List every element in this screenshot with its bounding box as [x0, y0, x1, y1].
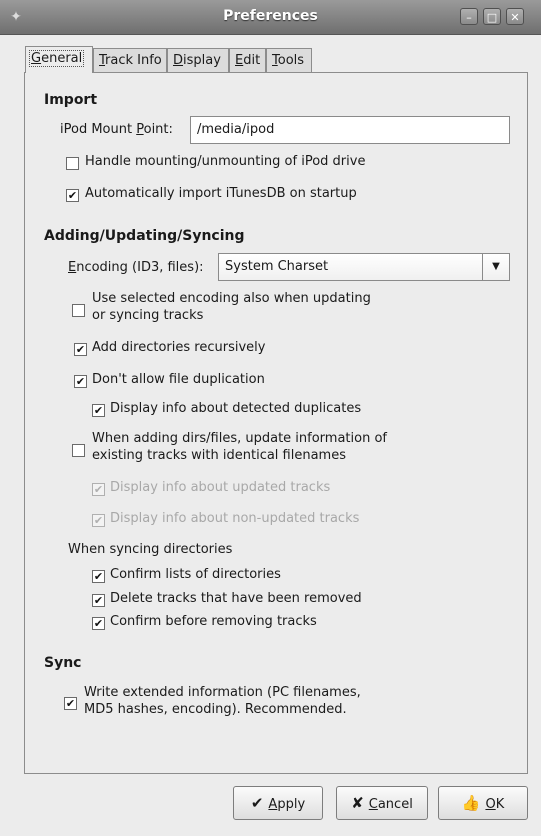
close-icon: ✕	[510, 11, 520, 24]
confirm-lists-label: Confirm lists of directories	[110, 567, 281, 582]
auto-import-checkbox[interactable]: ✔	[66, 189, 79, 202]
encoding-value: System Charset	[225, 259, 329, 274]
display-updated-label: Display info about updated tracks	[110, 480, 331, 495]
tab-general[interactable]: General	[25, 46, 93, 73]
maximize-icon: □	[486, 11, 498, 24]
confirm-lists-checkbox[interactable]: ✔	[92, 570, 105, 583]
no-duplication-checkbox[interactable]: ✔	[74, 375, 87, 388]
display-updated-checkbox[interactable]: ✔	[92, 483, 105, 496]
delete-removed-label: Delete tracks that have been removed	[110, 591, 362, 606]
display-duplicates-label: Display info about detected duplicates	[110, 401, 362, 416]
handle-mounting-checkbox[interactable]	[66, 157, 79, 170]
thumbs-up-icon: 👍	[461, 794, 481, 812]
minimize-icon: –	[466, 11, 472, 24]
adding-heading: Adding/Updating/Syncing	[44, 228, 245, 244]
tab-edit[interactable]: Edit	[229, 48, 266, 72]
display-non-updated-checkbox[interactable]: ✔	[92, 514, 105, 527]
auto-import-label: Automatically import iTunesDB on startup	[85, 186, 357, 201]
delete-removed-checkbox[interactable]: ✔	[92, 594, 105, 607]
tab-tools[interactable]: Tools	[266, 48, 312, 72]
apply-button[interactable]: ✔ Apply	[233, 786, 323, 820]
import-heading: Import	[44, 92, 98, 108]
add-recursive-checkbox[interactable]: ✔	[74, 343, 87, 356]
mount-point-label: iPod Mount Point:	[60, 122, 173, 137]
checkmark-icon: ✔	[250, 794, 264, 812]
write-extended-checkbox[interactable]: ✔	[64, 697, 77, 710]
update-existing-label: When adding dirs/files, update informati…	[92, 431, 387, 463]
maximize-button[interactable]: □	[483, 8, 501, 25]
general-panel	[24, 72, 528, 774]
encoding-select[interactable]: System Charset ▼	[218, 253, 510, 281]
update-existing-checkbox[interactable]	[72, 444, 85, 457]
use-selected-encoding-label: Use selected encoding also when updating…	[92, 291, 371, 323]
add-recursive-label: Add directories recursively	[92, 340, 266, 355]
x-icon: ✘	[351, 794, 364, 812]
mount-point-input[interactable]: /media/ipod	[190, 116, 510, 144]
display-non-updated-label: Display info about non-updated tracks	[110, 511, 360, 526]
dropdown-arrow-icon: ▼	[482, 254, 509, 280]
display-duplicates-checkbox[interactable]: ✔	[92, 404, 105, 417]
title-bar: ✦ Preferences – □ ✕	[0, 0, 541, 35]
tab-display[interactable]: Display	[167, 48, 229, 72]
confirm-removing-label: Confirm before removing tracks	[110, 614, 317, 629]
write-extended-label: Write extended information (PC filenames…	[84, 685, 361, 717]
syncing-directories-label: When syncing directories	[68, 542, 233, 557]
handle-mounting-label: Handle mounting/unmounting of iPod drive	[85, 154, 366, 169]
minimize-button[interactable]: –	[460, 8, 478, 25]
use-selected-encoding-checkbox[interactable]	[72, 304, 85, 317]
encoding-label: Encoding (ID3, files):	[68, 260, 204, 275]
cancel-button[interactable]: ✘ Cancel	[336, 786, 428, 820]
ok-button[interactable]: 👍 OK	[438, 786, 528, 820]
no-duplication-label: Don't allow file duplication	[92, 372, 265, 387]
tab-track-info[interactable]: Track Info	[93, 48, 167, 72]
close-button[interactable]: ✕	[506, 8, 524, 25]
sync-heading: Sync	[44, 655, 82, 671]
confirm-removing-checkbox[interactable]: ✔	[92, 617, 105, 630]
